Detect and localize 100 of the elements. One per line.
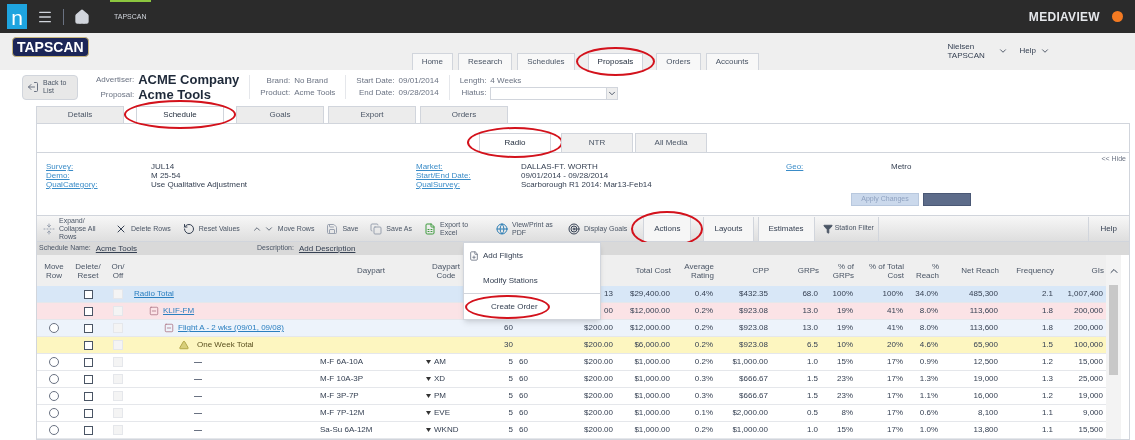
media-tab[interactable]: Radio: [479, 133, 551, 152]
toolbar-menu-button[interactable]: Actions: [643, 216, 692, 241]
row-title: One Week Total: [197, 339, 254, 351]
collapse-icon[interactable]: [164, 323, 174, 333]
dropdown-caret-icon[interactable]: [426, 377, 431, 381]
info-link[interactable]: QualSurvey:: [416, 180, 521, 189]
nav-tab[interactable]: Home: [411, 53, 453, 70]
table-cell: 41%: [887, 322, 903, 334]
field-label: Hiatus:: [460, 87, 487, 99]
table-cell: 23%: [837, 390, 853, 402]
nav-tab[interactable]: Research: [458, 53, 513, 70]
dropdown-caret-icon[interactable]: [426, 411, 431, 415]
menu-item[interactable]: Modify Stations: [469, 274, 538, 287]
table-cell: $1,000.00: [634, 424, 670, 436]
table-cell: $923.08: [739, 339, 768, 351]
column-header: % of Total Cost: [868, 261, 904, 280]
user-menu[interactable]: Nielsen TAPSCAN: [947, 42, 1008, 60]
table-cell: 5: [508, 373, 513, 385]
toolbar-menu-button[interactable]: Layouts: [703, 216, 754, 241]
delete-checkbox[interactable]: [83, 340, 93, 350]
table-cell: $200.00: [584, 424, 613, 436]
sub-tab[interactable]: Orders: [420, 106, 508, 123]
row-link[interactable]: KLIF-FM: [163, 305, 195, 317]
help-button[interactable]: Help: [1087, 216, 1129, 241]
move-radio[interactable]: [49, 391, 59, 401]
table-cell: 1,007,400: [1067, 288, 1103, 300]
table-cell: 0.3%: [694, 390, 713, 402]
dropdown-caret-icon[interactable]: [426, 428, 431, 432]
menu-item[interactable]: Add Flights: [469, 249, 524, 262]
table-cell: 23%: [837, 373, 853, 385]
copy-icon: [370, 222, 383, 235]
row-link[interactable]: Radio Total: [134, 288, 174, 300]
add-file-icon: [469, 250, 479, 261]
table-cell: $200.00: [584, 407, 613, 419]
dropdown-caret-icon[interactable]: [426, 360, 431, 364]
table-cell: 113,600: [969, 305, 998, 317]
table-cell: $12,000.00: [629, 305, 670, 317]
nav-tab[interactable]: Accounts: [705, 53, 759, 70]
media-tab[interactable]: All Media: [635, 133, 707, 152]
description-link[interactable]: Add Description: [298, 242, 356, 255]
delete-checkbox[interactable]: [83, 289, 93, 299]
table-cell: 5: [508, 356, 513, 368]
move-radio[interactable]: [49, 357, 59, 367]
schedule-name-link[interactable]: Acme Tools: [95, 242, 137, 255]
table-cell: $1,000.00: [634, 356, 670, 368]
delete-checkbox[interactable]: [83, 391, 93, 401]
table-cell: $666.67: [739, 390, 768, 402]
sub-tab[interactable]: Goals: [236, 106, 324, 123]
info-link[interactable]: Demo:: [46, 171, 151, 180]
field-label: Advertiser:: [96, 73, 135, 86]
row-link[interactable]: Flight A - 2 wks (09/01, 09/08): [178, 322, 284, 334]
info-link[interactable]: Survey:: [46, 162, 151, 171]
delete-checkbox[interactable]: [83, 374, 93, 384]
table-cell: 2.1: [1041, 288, 1053, 300]
delete-checkbox[interactable]: [83, 425, 93, 435]
info-link[interactable]: Start/End Date:: [416, 171, 521, 180]
nav-tab[interactable]: Schedules: [517, 53, 575, 70]
field-value: 4 Weeks: [490, 74, 523, 87]
sub-tab[interactable]: Export: [328, 106, 416, 123]
delete-checkbox[interactable]: [83, 306, 93, 316]
table-cell: $1,000.00: [634, 390, 670, 402]
info-link[interactable]: Geo:: [786, 162, 891, 171]
table-cell: $1,000.00: [732, 356, 768, 368]
table-cell: 13: [604, 288, 613, 300]
dropdown-caret-icon[interactable]: [426, 394, 431, 398]
sub-tab[interactable]: Details: [36, 106, 124, 123]
menu-item[interactable]: Create Order: [477, 300, 538, 313]
table-cell: 15%: [837, 424, 853, 436]
table-cell: 13,800: [973, 424, 998, 436]
daypart-code-cell: PM: [434, 390, 446, 402]
daypart-code-cell: WKND: [434, 424, 459, 436]
move-radio[interactable]: [49, 408, 59, 418]
table-cell: 19%: [837, 322, 853, 334]
daypart-code-cell: EVE: [434, 407, 450, 419]
delete-checkbox[interactable]: [83, 323, 93, 333]
table-cell: $2,000.00: [732, 407, 768, 419]
nav-tab[interactable]: Orders: [656, 53, 701, 70]
delete-checkbox[interactable]: [83, 408, 93, 418]
info-link[interactable]: Market:: [416, 162, 521, 171]
sub-tab[interactable]: Schedule: [136, 106, 224, 123]
info-link[interactable]: QualCategory:: [46, 180, 151, 189]
table-cell: 1.5: [1041, 339, 1053, 351]
media-tab[interactable]: NTR: [561, 133, 633, 152]
table-cell: 15%: [837, 356, 853, 368]
column-header: % Reach: [914, 261, 939, 280]
scrollbar[interactable]: [1106, 255, 1121, 439]
table-cell: 65,900: [973, 339, 998, 351]
move-radio[interactable]: [49, 323, 59, 333]
toolbar-menu-button[interactable]: Estimates: [757, 216, 815, 241]
field-value: 09/01/2014: [398, 75, 439, 87]
move-radio[interactable]: [49, 425, 59, 435]
table-cell: $432.35: [739, 288, 768, 300]
move-radio[interactable]: [49, 374, 59, 384]
column-header: Average Rating: [683, 261, 714, 280]
delete-checkbox[interactable]: [83, 357, 93, 367]
nav-tab[interactable]: Proposals: [587, 53, 644, 70]
help-menu[interactable]: Help: [1019, 45, 1050, 57]
home-icon[interactable]: [74, 8, 90, 25]
table-cell: 8.0%: [919, 322, 938, 334]
field-value: Acme Tools: [294, 87, 336, 99]
